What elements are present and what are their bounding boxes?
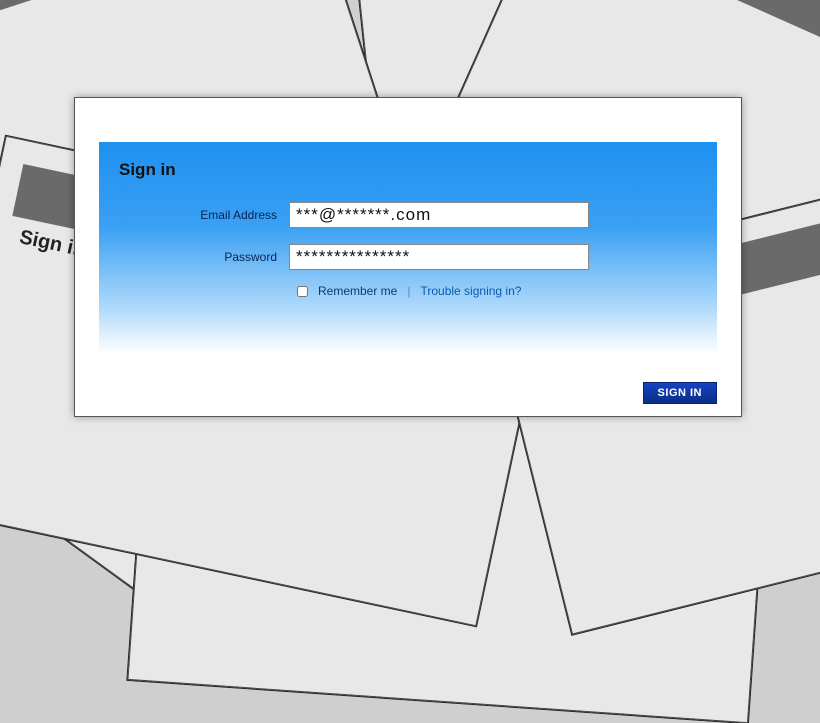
separator: | (407, 284, 410, 298)
email-field[interactable] (289, 202, 589, 228)
dialog-title: Sign in (119, 160, 176, 180)
signin-panel: Sign in Email Address Password Remember … (99, 142, 717, 354)
remember-label: Remember me (318, 284, 397, 298)
signin-dialog: Sign in Email Address Password Remember … (74, 97, 742, 417)
password-field[interactable] (289, 244, 589, 270)
trouble-link[interactable]: Trouble signing in? (420, 284, 521, 298)
password-row: Password (99, 244, 717, 270)
email-row: Email Address (99, 202, 717, 228)
signin-button[interactable]: SIGN IN (643, 382, 717, 404)
password-label: Password (99, 250, 289, 264)
options-row: Remember me | Trouble signing in? (297, 284, 521, 298)
remember-checkbox[interactable] (297, 286, 308, 297)
email-label: Email Address (99, 208, 289, 222)
